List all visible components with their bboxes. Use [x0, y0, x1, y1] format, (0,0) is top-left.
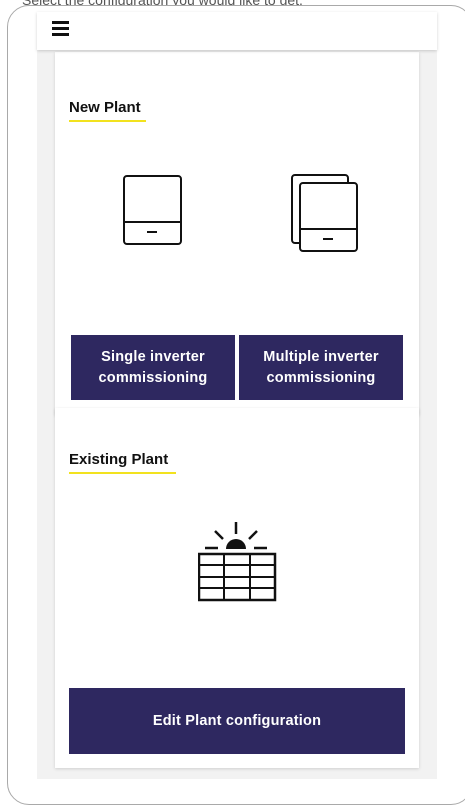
app-screen: New Plant Single inverter commissioning … — [37, 12, 437, 779]
solar-panel-sun-icon — [198, 522, 277, 602]
hamburger-menu-icon[interactable] — [52, 21, 69, 36]
single-inverter-icon — [123, 175, 182, 245]
multiple-inverter-commissioning-button[interactable]: Multiple inverter commissioning — [239, 335, 403, 400]
new-plant-card: New Plant Single inverter commissioning … — [55, 52, 419, 415]
new-plant-title: New Plant — [69, 99, 141, 116]
new-plant-title-underline — [69, 120, 146, 122]
edit-plant-configuration-button[interactable]: Edit Plant configuration — [69, 688, 405, 754]
existing-plant-card: Existing Plant Edit Plant configuration — [55, 408, 419, 768]
single-inverter-commissioning-button[interactable]: Single inverter commissioning — [71, 335, 235, 400]
multiple-inverter-icon — [291, 174, 358, 252]
existing-plant-title: Existing Plant — [69, 451, 169, 468]
existing-plant-title-underline — [69, 472, 176, 474]
app-header — [37, 12, 437, 50]
